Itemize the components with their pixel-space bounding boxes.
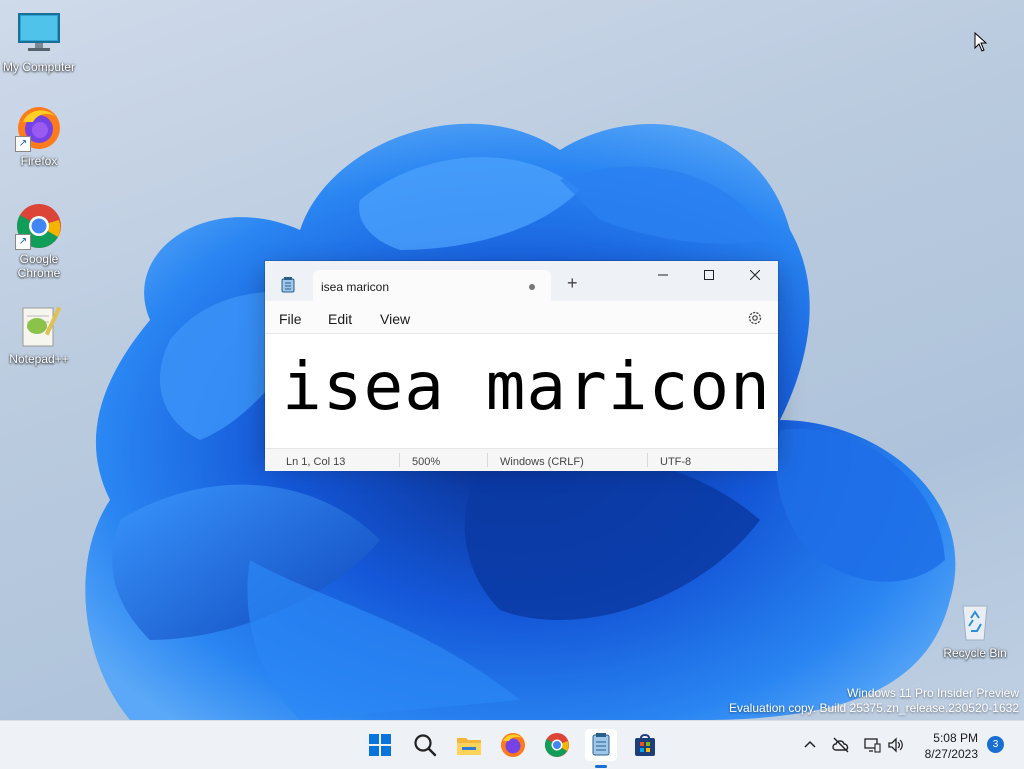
monitor-icon — [15, 10, 63, 58]
minimize-button[interactable] — [640, 261, 686, 291]
chevron-up-icon[interactable] — [803, 738, 817, 752]
evaluation-watermark: Windows 11 Pro Insider Preview Evaluatio… — [729, 686, 1019, 715]
desktop-icon-notepadpp[interactable]: Notepad++ — [0, 302, 78, 366]
desktop-icon-my-computer[interactable]: My Computer — [0, 10, 78, 74]
notification-badge[interactable]: 3 — [987, 736, 1004, 753]
new-tab-button[interactable]: + — [567, 274, 578, 292]
status-encoding[interactable]: UTF-8 — [660, 456, 691, 468]
status-zoom[interactable]: 500% — [412, 456, 440, 468]
taskbar-store[interactable] — [629, 729, 661, 761]
minimize-icon — [658, 274, 668, 276]
taskbar-file-explorer[interactable] — [453, 729, 485, 761]
network-icon[interactable] — [863, 736, 881, 754]
firefox-icon — [501, 733, 525, 757]
status-divider — [647, 453, 648, 467]
search-button[interactable] — [409, 729, 441, 761]
close-icon — [749, 269, 761, 281]
chrome-icon — [544, 733, 569, 757]
taskbar: 5:08 PM 8/27/2023 3 — [0, 720, 1024, 769]
start-icon — [369, 734, 391, 756]
desktop-icon-chrome[interactable]: ↗ Google Chrome — [0, 202, 78, 280]
notepad-window[interactable]: isea maricon + File Edit View isea maric… — [265, 261, 778, 471]
tab-title: isea maricon — [321, 280, 390, 294]
menu-bar: File Edit View — [265, 301, 778, 333]
unsaved-dot-icon[interactable] — [529, 284, 535, 290]
chrome-icon: ↗ — [15, 202, 63, 250]
watermark-line1: Windows 11 Pro Insider Preview — [847, 686, 1019, 700]
clock-date: 8/27/2023 — [924, 747, 978, 761]
notepad-titlebar[interactable]: isea maricon + — [265, 261, 778, 301]
desktop-icon-firefox[interactable]: ↗ Firefox — [0, 104, 78, 168]
status-bar: Ln 1, Col 13 500% Windows (CRLF) UTF-8 — [265, 449, 778, 471]
onedrive-offline-icon[interactable] — [831, 736, 851, 754]
watermark-line2: Evaluation copy. Build 25375.zn_release.… — [729, 701, 1019, 715]
firefox-icon: ↗ — [15, 104, 63, 152]
shortcut-arrow-icon: ↗ — [15, 234, 31, 250]
status-line-ending[interactable]: Windows (CRLF) — [500, 456, 584, 468]
status-cursor-position: Ln 1, Col 13 — [286, 456, 346, 468]
notepad-icon — [592, 733, 610, 756]
close-button[interactable] — [732, 261, 778, 291]
taskbar-clock[interactable]: 5:08 PM 8/27/2023 — [925, 730, 978, 762]
search-icon — [414, 734, 437, 757]
settings-gear-icon[interactable] — [747, 310, 763, 326]
text-editor[interactable]: isea maricon — [265, 333, 778, 449]
maximize-icon — [704, 270, 714, 280]
volume-icon[interactable] — [887, 736, 905, 754]
desktop-icon-label: Firefox — [20, 154, 58, 168]
taskbar-chrome[interactable] — [541, 729, 573, 761]
maximize-button[interactable] — [686, 261, 732, 291]
start-button[interactable] — [364, 729, 396, 761]
recycle-bin-icon — [951, 596, 999, 644]
menu-edit[interactable]: Edit — [328, 311, 352, 327]
mouse-cursor-icon — [974, 32, 988, 52]
desktop-icon-label: Notepad++ — [9, 352, 69, 366]
taskbar-notepad[interactable] — [585, 729, 617, 768]
menu-file[interactable]: File — [279, 311, 302, 327]
status-divider — [399, 453, 400, 467]
shortcut-arrow-icon: ↗ — [15, 136, 31, 152]
file-explorer-icon — [457, 738, 481, 755]
taskbar-firefox[interactable] — [497, 729, 529, 761]
tab-document[interactable]: isea maricon — [313, 270, 551, 301]
status-divider — [487, 453, 488, 467]
desktop-icon-label: Google Chrome — [17, 252, 61, 280]
editor-content[interactable]: isea maricon — [282, 348, 771, 425]
clock-time: 5:08 PM — [933, 731, 978, 745]
store-icon — [635, 734, 655, 756]
notepad-app-icon — [281, 277, 295, 293]
desktop-icon-label: Recycle Bin — [943, 646, 1007, 660]
desktop-icon-label: My Computer — [2, 60, 76, 74]
notepadpp-icon — [15, 302, 63, 350]
desktop-icon-recycle-bin[interactable]: Recycle Bin — [936, 596, 1014, 660]
menu-view[interactable]: View — [380, 311, 410, 327]
